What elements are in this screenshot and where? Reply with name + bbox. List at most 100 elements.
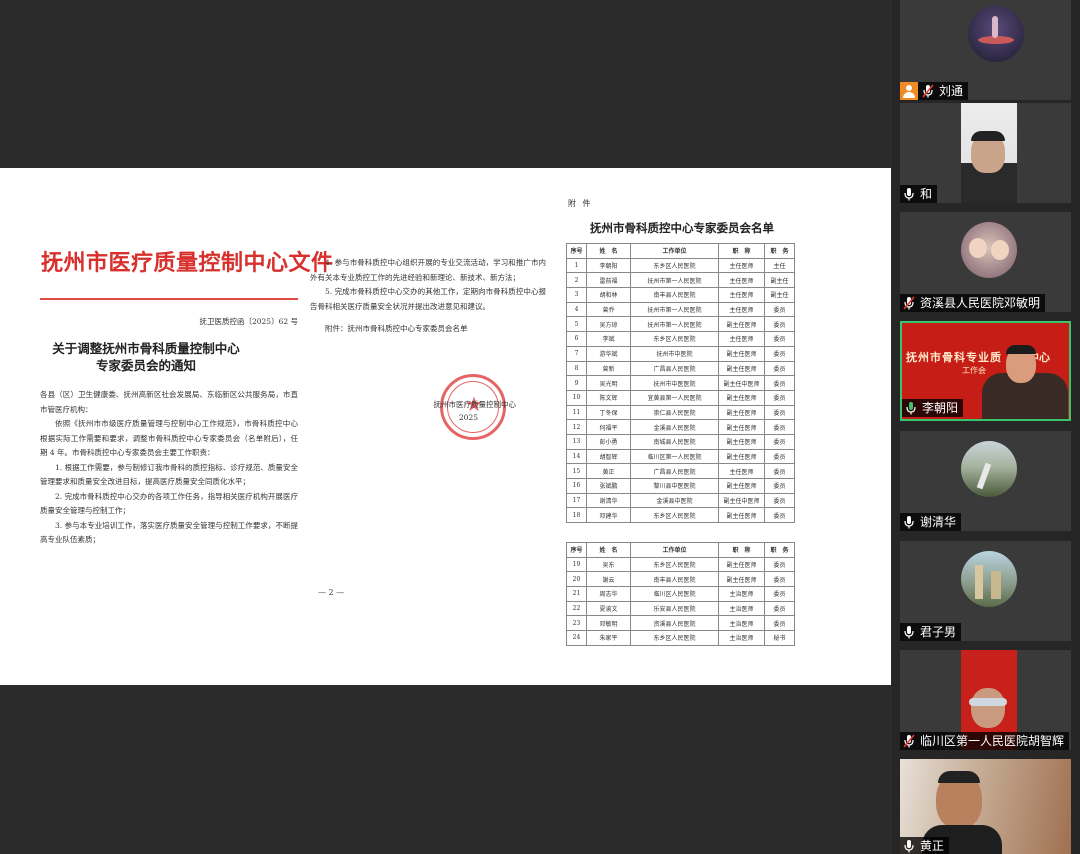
table-row: 19 吴东 东乡区人民医院 副主任医师 委员	[566, 556, 795, 573]
table-cell: 临川区人民医院	[630, 586, 719, 602]
table-cell: 8	[566, 360, 587, 377]
col-header: 职 称	[718, 542, 765, 558]
table-cell: 胡和林	[586, 287, 631, 303]
shared-screen: 抚州市医疗质量控制中心文件 抚卫医质控函〔2025〕62 号 关于调整抚州市骨科…	[0, 0, 892, 854]
table-cell: 9	[566, 375, 587, 391]
participant-tile[interactable]: 君子男	[900, 541, 1071, 641]
avatar-art	[992, 16, 998, 38]
shared-document: 抚州市医疗质量控制中心文件 抚卫医质控函〔2025〕62 号 关于调整抚州市骨科…	[0, 168, 891, 685]
table-cell: 张斌鹏	[586, 478, 631, 494]
participant-tile[interactable]: 谢清华	[900, 431, 1071, 531]
table-cell: 委员	[764, 600, 795, 617]
participant-tile[interactable]: 和	[900, 103, 1071, 203]
participant-name-tag: 君子男	[900, 623, 962, 641]
participant-name: 黄正	[920, 839, 945, 853]
table-cell: 13	[566, 433, 587, 450]
table-row: 23 邓敏明 资溪县人民医院 主治医师 委员	[566, 615, 795, 632]
table-row: 4 曾乔 抚州市第一人民医院 主任医师 委员	[566, 301, 795, 318]
table-cell: 6	[566, 331, 587, 347]
participant-video	[982, 345, 1068, 419]
table-header-row: 序号 姓 名 工作单位 职 称 职 务	[566, 542, 795, 558]
mic-muted-icon	[903, 296, 915, 310]
table-cell: 副主任医师	[718, 433, 765, 450]
table-row: 9 吴光明 抚州市中医医院 副主任中医师 委员	[566, 375, 795, 391]
table-cell: 副主任医师	[718, 571, 765, 588]
table-cell: 主任	[764, 257, 795, 274]
table-cell: 曾乔	[586, 301, 631, 318]
table-cell: 崇仁县人民医院	[630, 404, 719, 421]
table-cell: 吴方琼	[586, 316, 631, 333]
attachment-line: 附件：抚州市骨科质控中心专家委员会名单	[325, 324, 468, 333]
table-cell: 李斌	[586, 331, 631, 347]
notice-title-line2: 专家委员会的通知	[95, 358, 196, 373]
mic-icon	[903, 187, 915, 201]
table-cell: 23	[566, 615, 587, 632]
table-cell: 委员	[764, 507, 795, 524]
signature-date: 2025	[458, 413, 478, 422]
col-header: 序号	[566, 542, 587, 558]
table-cell: 3	[566, 287, 587, 303]
participant-tile-active-speaker[interactable]: 抚州市骨科专业质 中心 工作会 李朝阳	[900, 321, 1071, 421]
table-row: 18 邓建华 东乡区人民医院 副主任医师 委员	[566, 507, 795, 524]
participant-name: 刘通	[939, 84, 964, 98]
table-cell: 邓敏明	[586, 615, 631, 632]
table-cell: 雷前福	[586, 272, 631, 289]
table-cell: 主任医师	[718, 301, 765, 318]
mic-active-icon	[905, 401, 917, 415]
avatar	[961, 222, 1017, 278]
mic-muted-icon	[903, 734, 915, 748]
document-header-title: 抚州市医疗质量控制中心文件	[41, 250, 334, 276]
table-cell: 12	[566, 419, 587, 435]
col-header: 姓 名	[586, 243, 631, 259]
participant-name: 李朝阳	[922, 401, 959, 415]
table-cell: 金溪县人民医院	[630, 419, 719, 435]
table-row: 12 何福平 金溪县人民医院 副主任医师 委员	[566, 419, 795, 435]
participant-tile[interactable]: 临川区第一人民医院胡智辉	[900, 650, 1071, 750]
body-paragraph: 依照《抚州市市级医疗质量管理与控制中心工作规范》，市骨科质控中心根据实际工作需要…	[40, 419, 298, 457]
table-row: 15 黄正 广昌县人民医院 主任医师 委员	[566, 463, 795, 479]
table-cell: 主任医师	[718, 272, 765, 289]
table-cell: 东乡区人民医院	[630, 556, 719, 573]
table-cell: 李朝阳	[586, 257, 631, 274]
table-row: 1 李朝阳 东乡区人民医院 主任医师 主任	[566, 257, 795, 274]
table-cell: 抚州市第一人民医院	[630, 316, 719, 333]
participant-tile[interactable]: 资溪县人民医院邓敏明	[900, 212, 1071, 312]
avatar	[961, 551, 1017, 607]
duty-item: 3. 参与本专业培训工作，落实医疗质量安全管理与控制工作要求，不断提高专业队伍素…	[40, 520, 298, 545]
table-cell: 资溪县人民医院	[630, 615, 719, 632]
participant-name-tag: 临川区第一人民医院胡智辉	[900, 732, 1070, 750]
attachment-label: 附 件	[568, 199, 593, 208]
table-cell: 2	[566, 272, 587, 289]
avatar	[968, 6, 1024, 62]
participant-name-tag: 黄正	[900, 837, 950, 854]
face-shape	[971, 688, 1005, 728]
participant-name: 谢清华	[920, 515, 957, 529]
table-cell: 主任医师	[718, 257, 765, 274]
document-page-left: 抚州市医疗质量控制中心文件 抚卫医质控函〔2025〕62 号 关于调整抚州市骨科…	[16, 190, 333, 640]
participant-sidebar[interactable]: 刘通 和 资溪县人民医院邓敏明 抚州市骨科专业质 中心 工作会 李朝阳 谢清华 …	[892, 0, 1080, 854]
table-cell: 何福平	[586, 419, 631, 435]
duty-item: 5. 完成市骨科质控中心交办的其他工作，定期向市骨科质控中心报告骨科相关医疗质量…	[310, 287, 546, 311]
banner-text: 工作会	[962, 366, 986, 375]
table-cell: 南丰县人民医院	[630, 571, 719, 588]
table-cell: 7	[566, 345, 587, 362]
participant-tile[interactable]: 刘通	[900, 0, 1071, 100]
banner-text: 抚州市骨科专业质	[906, 351, 1002, 364]
table-cell: 委员	[764, 375, 795, 391]
table-cell: 周志华	[586, 586, 631, 602]
notice-body-continued: 4. 参与市骨科质控中心组织开展的专业交流活动，学习和推广市内外有关本专业质控工…	[310, 256, 546, 337]
table-cell: 金溪县中医院	[630, 492, 719, 509]
col-header: 职 务	[764, 542, 795, 558]
table-cell: 副主任医师	[718, 389, 765, 406]
duty-item: 2. 完成市骨科质控中心交办的各项工作任务，指导相关医疗机构开展医疗质量安全管理…	[40, 491, 298, 516]
table-cell: 副主任中医师	[718, 375, 765, 391]
table-cell: 副主任医师	[718, 360, 765, 377]
participant-tile[interactable]: 黄正	[900, 759, 1071, 854]
table-cell: 委员	[764, 492, 795, 509]
roster-table: 序号 姓 名 工作单位 职 称 职 务 1 李朝阳 东乡区人民医院 主任医师 主任 2 雷前…	[566, 243, 795, 524]
table-cell: 临川区第一人民医院	[630, 448, 719, 465]
table-cell: 南丰县人民医院	[630, 287, 719, 303]
participant-name: 临川区第一人民医院胡智辉	[920, 734, 1065, 748]
table-cell: 主治医师	[718, 600, 765, 617]
col-header: 姓 名	[586, 542, 631, 558]
